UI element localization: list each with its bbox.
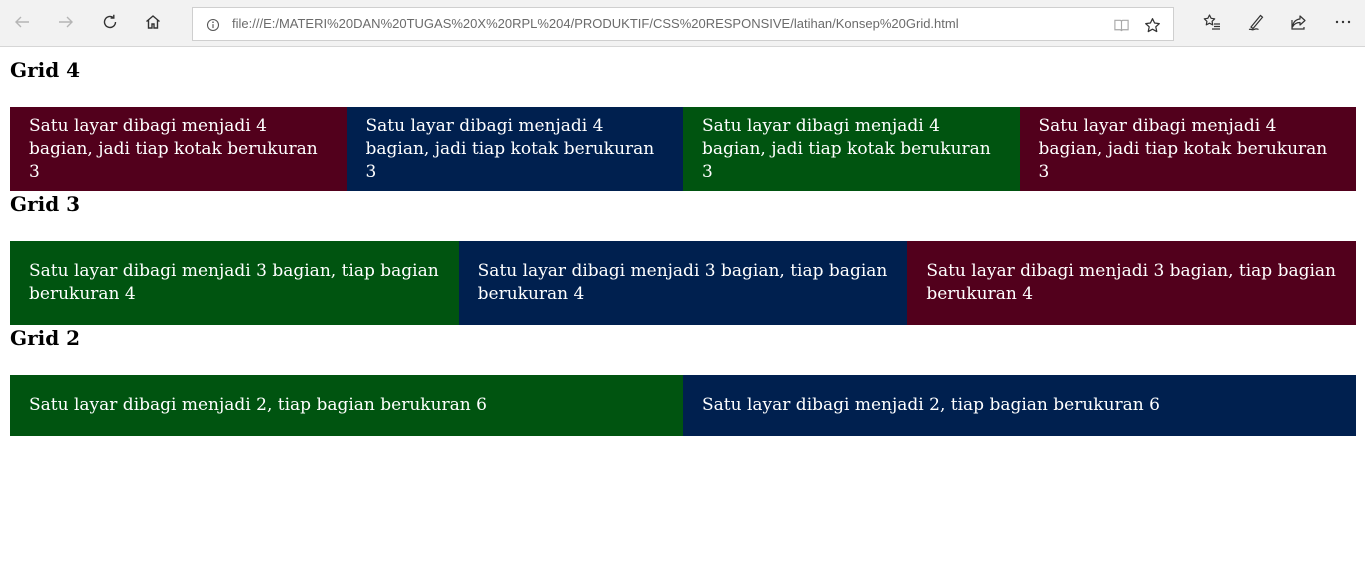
refresh-icon bbox=[101, 13, 119, 35]
forward-arrow-icon bbox=[57, 13, 75, 35]
url-text[interactable]: file:///E:/MATERI%20DAN%20TUGAS%20X%20RP… bbox=[232, 8, 959, 40]
grid4-cell-4: Satu layar dibagi menjadi 4 bagian, jadi… bbox=[1019, 107, 1356, 191]
more-button[interactable] bbox=[1327, 8, 1359, 40]
home-icon bbox=[144, 13, 162, 35]
grid4-cell-3: Satu layar dibagi menjadi 4 bagian, jadi… bbox=[683, 107, 1020, 191]
refresh-button[interactable] bbox=[94, 8, 126, 40]
pen-icon bbox=[1247, 13, 1265, 35]
grid4-cell-1: Satu layar dibagi menjadi 4 bagian, jadi… bbox=[10, 107, 347, 191]
info-icon[interactable] bbox=[205, 17, 221, 33]
favorites-list-button[interactable] bbox=[1196, 8, 1228, 40]
favorites-list-icon bbox=[1203, 13, 1221, 35]
grid2-row: Satu layar dibagi menjadi 2, tiap bagian… bbox=[10, 375, 1356, 436]
share-icon bbox=[1290, 13, 1308, 35]
home-button[interactable] bbox=[137, 8, 169, 40]
grid3-row: Satu layar dibagi menjadi 3 bagian, tiap… bbox=[10, 241, 1356, 325]
grid2-heading: Grid 2 bbox=[10, 326, 81, 350]
grid3-heading: Grid 3 bbox=[10, 192, 81, 216]
grid2-cell-2: Satu layar dibagi menjadi 2, tiap bagian… bbox=[683, 375, 1356, 436]
back-button[interactable] bbox=[6, 8, 38, 40]
grid2-cell-1: Satu layar dibagi menjadi 2, tiap bagian… bbox=[10, 375, 683, 436]
browser-toolbar: file:///E:/MATERI%20DAN%20TUGAS%20X%20RP… bbox=[0, 0, 1365, 47]
more-icon bbox=[1334, 13, 1352, 35]
grid3-cell-1: Satu layar dibagi menjadi 3 bagian, tiap… bbox=[10, 241, 459, 325]
address-bar[interactable]: file:///E:/MATERI%20DAN%20TUGAS%20X%20RP… bbox=[192, 7, 1174, 41]
star-icon[interactable] bbox=[1142, 15, 1162, 35]
share-button[interactable] bbox=[1283, 8, 1315, 40]
grid4-cell-2: Satu layar dibagi menjadi 4 bagian, jadi… bbox=[346, 107, 683, 191]
grid3-cell-2: Satu layar dibagi menjadi 3 bagian, tiap… bbox=[458, 241, 908, 325]
grid3-cell-3: Satu layar dibagi menjadi 3 bagian, tiap… bbox=[907, 241, 1356, 325]
forward-button[interactable] bbox=[50, 8, 82, 40]
back-arrow-icon bbox=[13, 13, 31, 35]
grid4-heading: Grid 4 bbox=[10, 58, 81, 82]
grid4-row: Satu layar dibagi menjadi 4 bagian, jadi… bbox=[10, 107, 1356, 191]
reading-view-icon[interactable] bbox=[1111, 15, 1131, 35]
notes-button[interactable] bbox=[1240, 8, 1272, 40]
